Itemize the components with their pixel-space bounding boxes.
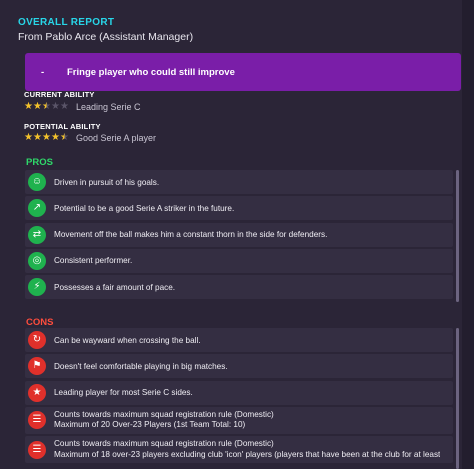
potential-ability-star-icon: ★ xyxy=(51,132,60,143)
pros-item[interactable]: ⇄ Movement off the ball makes him a const… xyxy=(25,222,453,247)
current-ability-star-icon: ★ xyxy=(51,101,60,112)
cons-item-line1: Counts towards maximum squad registratio… xyxy=(54,439,274,449)
current-ability-star-icon: ★ xyxy=(33,101,42,112)
cons-item[interactable]: ↻ Can be wayward when crossing the ball. xyxy=(25,328,453,352)
cons-item-text: Leading player for most Serie C sides. xyxy=(54,388,193,398)
registration-icon: ☰ xyxy=(28,440,46,459)
potential-ability-star-icon: ★ xyxy=(33,132,42,143)
potential-ability-stars: ★ ★ ★ ★ ★ xyxy=(24,133,76,143)
pros-item[interactable]: ↗ Potential to be a good Serie A striker … xyxy=(25,196,453,221)
pros-item-text: Movement off the ball makes him a consta… xyxy=(54,230,328,240)
current-ability-star-icon: ★ xyxy=(42,101,51,112)
pros-scrollbar[interactable] xyxy=(456,170,459,302)
potential-ability-text: Good Serie A player xyxy=(76,133,157,143)
overall-report-panel: OVERALL REPORT From Pablo Arce (Assistan… xyxy=(10,8,468,469)
summary-dash: - xyxy=(41,66,45,78)
current-ability-star-icon: ★ xyxy=(60,101,69,112)
cons-item-line1: Counts towards maximum squad registratio… xyxy=(54,409,274,419)
pros-item[interactable]: ☺ Driven in pursuit of his goals. xyxy=(25,170,453,194)
player-movement-icon: ⇄ xyxy=(28,225,46,244)
potential-ability-star-icon: ★ xyxy=(24,132,33,143)
pros-heading: PROS xyxy=(26,157,53,168)
current-ability-label: CURRENT ABILITY xyxy=(24,90,95,99)
pros-item-text: Potential to be a good Serie A striker i… xyxy=(54,203,235,213)
cons-item[interactable]: ☰ Counts towards maximum squad registrati… xyxy=(25,406,453,434)
target-icon: ◎ xyxy=(28,251,46,270)
current-ability-stars: ★ ★ ★ ★ ★ xyxy=(24,102,76,112)
crossing-icon: ↻ xyxy=(28,331,46,349)
potential-ability-row[interactable]: ★ ★ ★ ★ ★ Good Serie A player xyxy=(24,132,156,144)
pros-item[interactable]: ◎ Consistent performer. xyxy=(25,248,453,273)
head-brain-icon: ☺ xyxy=(28,173,46,191)
big-match-icon: ⚑ xyxy=(28,357,46,376)
cons-item[interactable]: ☰ Counts towards maximum squad registrati… xyxy=(25,436,453,464)
report-title: OVERALL REPORT xyxy=(18,17,115,28)
potential-ability-label: POTENTIAL ABILITY xyxy=(24,122,101,131)
pros-item-text: Possesses a fair amount of pace. xyxy=(54,282,176,292)
cons-item-line2: Maximum of 20 Over-23 Players (1st Team … xyxy=(54,420,246,430)
cons-item-text: Counts towards maximum squad registratio… xyxy=(54,439,440,460)
current-ability-row[interactable]: ★ ★ ★ ★ ★ Leading Serie C xyxy=(24,101,141,113)
report-author: From Pablo Arce (Assistant Manager) xyxy=(18,31,194,43)
star-icon: ★ xyxy=(28,383,46,402)
lightning-icon: ⚡ xyxy=(28,278,46,297)
cons-item[interactable]: ★ Leading player for most Serie C sides. xyxy=(25,380,453,405)
cons-heading: CONS xyxy=(26,317,54,328)
cons-scrollbar-thumb[interactable] xyxy=(456,328,459,469)
pros-list: ☺ Driven in pursuit of his goals. ↗ Potenti… xyxy=(25,170,453,301)
current-ability-star-icon: ★ xyxy=(24,101,33,112)
cons-item-text: Counts towards maximum squad registratio… xyxy=(54,410,274,431)
cons-item-text: Doesn't feel comfortable playing in big … xyxy=(54,361,228,371)
cons-item-text: Can be wayward when crossing the ball. xyxy=(54,335,201,345)
trend-up-icon: ↗ xyxy=(28,199,46,218)
pros-item-text: Consistent performer. xyxy=(54,256,133,266)
cons-item[interactable]: ⚑ Doesn't feel comfortable playing in big… xyxy=(25,354,453,379)
pros-item[interactable]: ⚡ Possesses a fair amount of pace. xyxy=(25,275,453,300)
cons-scrollbar[interactable] xyxy=(456,328,459,469)
pros-item-text: Driven in pursuit of his goals. xyxy=(54,177,160,187)
current-ability-text: Leading Serie C xyxy=(76,102,141,112)
potential-ability-star-icon: ★ xyxy=(42,132,51,143)
potential-ability-star-icon: ★ xyxy=(60,132,69,143)
summary-text: Fringe player who could still improve xyxy=(67,66,235,78)
registration-icon: ☰ xyxy=(28,411,46,430)
cons-item-line2: Maximum of 18 over-23 players excluding … xyxy=(54,449,441,459)
cons-list: ↻ Can be wayward when crossing the ball. ⚑… xyxy=(25,328,453,465)
pros-scrollbar-thumb[interactable] xyxy=(456,170,459,302)
summary-banner: - Fringe player who could still improve xyxy=(25,53,461,91)
